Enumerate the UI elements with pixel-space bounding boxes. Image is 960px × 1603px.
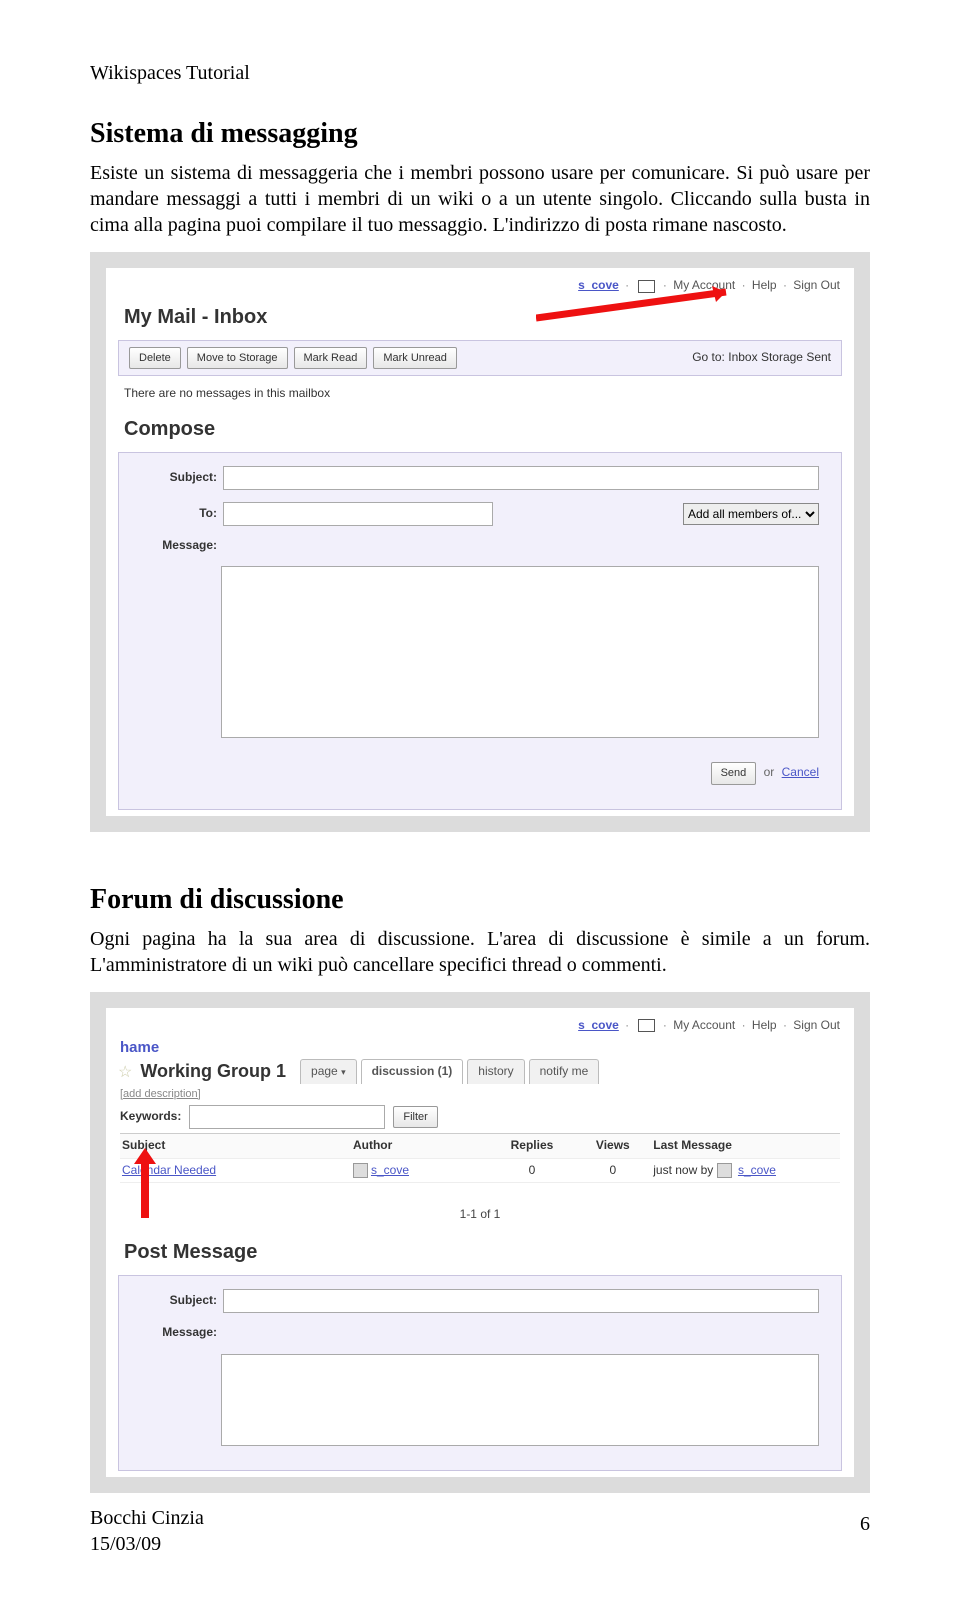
message-label: Message: (141, 538, 217, 554)
mail-toolbar: Delete Move to Storage Mark Read Mark Un… (118, 340, 842, 376)
help-link[interactable]: Help (752, 278, 777, 292)
post-subject-input[interactable] (223, 1289, 819, 1313)
tab-page[interactable]: page ▾ (300, 1059, 357, 1084)
table-row: Calendar Needed s_cove 0 0 just now by s… (120, 1159, 840, 1184)
section-heading-forum: Forum di discussione (90, 882, 870, 918)
mark-unread-button[interactable]: Mark Unread (373, 347, 457, 369)
red-arrow-up-annotation (130, 1148, 160, 1218)
screenshot-forum: s_cove · · My Account · Help · Sign Out … (90, 992, 870, 1492)
document-header: Wikispaces Tutorial (90, 60, 870, 86)
document-footer: Bocchi Cinzia 15/03/09 (90, 1505, 204, 1557)
top-links-2: s_cove · · My Account · Help · Sign Out (106, 1008, 854, 1038)
signout-link-2[interactable]: Sign Out (793, 1018, 840, 1032)
to-label: To: (141, 506, 217, 522)
discussion-table: Subject Author Replies Views Last Messag… (120, 1133, 840, 1183)
section-heading-messaging: Sistema di messagging (90, 116, 870, 152)
post-message-heading: Post Message (106, 1233, 854, 1269)
views-cell: 0 (572, 1163, 653, 1179)
page-title: Working Group 1 (140, 1060, 286, 1083)
delete-button[interactable]: Delete (129, 347, 181, 369)
hame-text: hame (106, 1038, 854, 1058)
move-button[interactable]: Move to Storage (187, 347, 288, 369)
red-arrow-annotation (536, 286, 746, 326)
paragraph-messaging: Esiste un sistema di messaggeria che i m… (90, 160, 870, 238)
page-tabs: ☆ Working Group 1 page ▾ discussion (1) … (118, 1059, 842, 1084)
add-members-select[interactable]: Add all members of... (683, 503, 819, 525)
message-textarea[interactable] (221, 566, 819, 738)
or-text: or (764, 765, 775, 779)
signout-link[interactable]: Sign Out (793, 278, 840, 292)
help-link-2[interactable]: Help (752, 1018, 777, 1032)
col-views: Views (572, 1138, 653, 1154)
to-input[interactable] (223, 502, 493, 526)
username-link-2[interactable]: s_cove (578, 1018, 619, 1032)
filter-button[interactable]: Filter (393, 1106, 437, 1128)
send-button[interactable]: Send (711, 762, 757, 784)
last-msg-cell: just now by s_cove (653, 1163, 838, 1179)
keywords-input[interactable] (189, 1105, 385, 1129)
col-author: Author (353, 1138, 492, 1154)
paragraph-forum: Ogni pagina ha la sua area di discussion… (90, 926, 870, 978)
col-replies: Replies (492, 1138, 573, 1154)
empty-mailbox-text: There are no messages in this mailbox (106, 382, 854, 410)
compose-heading: Compose (106, 410, 854, 446)
tab-notify[interactable]: notify me (529, 1059, 600, 1084)
add-description-link[interactable]: [add description] (120, 1087, 840, 1101)
last-user-link[interactable]: s_cove (738, 1163, 776, 1177)
keywords-label: Keywords: (120, 1109, 181, 1125)
mail-icon-2[interactable] (638, 1019, 655, 1032)
goto-nav: Go to: Inbox Storage Sent (692, 350, 831, 366)
avatar-icon (353, 1163, 368, 1178)
goto-sent-link[interactable]: Sent (806, 350, 831, 364)
post-message-textarea[interactable] (221, 1354, 819, 1446)
subject-input[interactable] (223, 466, 819, 490)
subject-label: Subject: (141, 470, 217, 486)
goto-inbox: Inbox (728, 350, 757, 364)
replies-cell: 0 (492, 1163, 573, 1179)
screenshot-mail: s_cove · · My Account · Help · Sign Out … (90, 252, 870, 831)
my-account-link-2[interactable]: My Account (673, 1018, 735, 1032)
author-link[interactable]: s_cove (371, 1163, 409, 1177)
col-last: Last Message (653, 1138, 838, 1154)
mark-read-button[interactable]: Mark Read (294, 347, 368, 369)
star-icon[interactable]: ☆ (118, 1063, 132, 1084)
footer-date: 15/03/09 (90, 1531, 204, 1557)
cancel-link[interactable]: Cancel (782, 765, 819, 779)
pager-text: 1-1 of 1 (106, 1185, 854, 1233)
tab-history[interactable]: history (467, 1059, 524, 1084)
tab-discussion[interactable]: discussion (1) (361, 1059, 464, 1084)
goto-storage-link[interactable]: Storage (761, 350, 803, 364)
author-name: Bocchi Cinzia (90, 1505, 204, 1531)
post-message-label: Message: (141, 1325, 217, 1341)
post-subject-label: Subject: (141, 1293, 217, 1309)
avatar-icon-2 (717, 1163, 732, 1178)
